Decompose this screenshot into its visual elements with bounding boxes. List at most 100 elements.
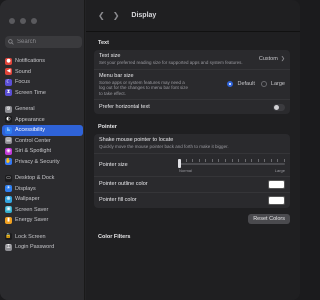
appearance-icon: ◐ — [5, 116, 12, 124]
radio-large[interactable] — [260, 81, 267, 88]
sidebar-item-label: Wallpaper — [15, 196, 40, 203]
page-title: Display — [131, 12, 157, 19]
sidebar-item-label: General — [15, 106, 35, 113]
bell-icon: ● — [5, 57, 12, 65]
pointer-size-row: Pointer size Normal Large — [94, 154, 290, 177]
window-controls — [9, 18, 37, 24]
text-size-row[interactable]: Text size Set your preferred reading siz… — [94, 50, 290, 70]
battery-icon: ▮ — [5, 216, 12, 224]
text-size-value: Custom — [258, 56, 278, 63]
prefer-horizontal-text-toggle[interactable] — [273, 103, 285, 111]
pointer-fill-color-label: Pointer fill color — [99, 197, 137, 203]
sidebar-item-label: Appearance — [15, 116, 45, 123]
sidebar-item-desktop-dock[interactable]: ▭ Desktop & Dock — [2, 173, 83, 184]
pointer-group: Shake mouse pointer to locate Quickly mo… — [94, 134, 290, 208]
settings-window: ●Notifications◀Sound☾Focus⧗Screen Time⚙G… — [0, 0, 300, 300]
speaker-icon: ◀ — [5, 68, 12, 76]
settings-content: Text Text size Set your preferred readin… — [94, 36, 290, 244]
slider-thumb[interactable] — [178, 158, 181, 168]
menu-bar-size-label: Menu bar size — [99, 72, 134, 79]
slider-min-label: Normal — [179, 167, 192, 173]
shake-pointer-row: Shake mouse pointer to locate Quickly mo… — [94, 134, 290, 154]
prefer-horizontal-text-row: Prefer horizontal text — [94, 100, 290, 114]
sidebar-item-label: Login Password — [15, 244, 55, 251]
sidebar-item-notifications[interactable]: ● Notifications — [2, 56, 83, 67]
sidebar-item-label: Desktop & Dock — [15, 175, 55, 182]
sidebar-item-label: Focus — [15, 79, 30, 86]
search-field[interactable] — [5, 36, 82, 48]
sidebar-item-lock-screen[interactable]: 🔒 Lock Screen — [2, 232, 83, 243]
sidebar: ●Notifications◀Sound☾Focus⧗Screen Time⚙G… — [0, 0, 85, 300]
sidebar-item-screen-time[interactable]: ⧗ Screen Time — [2, 88, 83, 99]
radio-large-label: Large — [270, 81, 285, 88]
menu-bar-size-row: Menu bar size Some apps or system featur… — [94, 70, 290, 100]
sidebar-item-label: Screen Time — [15, 89, 46, 96]
accessibility-icon: ♿ — [5, 126, 12, 134]
sidebar-item-label: Notifications — [15, 58, 45, 65]
pointer-size-label: Pointer size — [99, 161, 128, 168]
back-button[interactable]: ❮ — [98, 11, 105, 20]
sidebar-item-label: Lock Screen — [15, 233, 46, 240]
slider-track — [179, 162, 285, 165]
sidebar-item-label: Siri & Spotlight — [15, 148, 52, 155]
sidebar-item-sound[interactable]: ◀ Sound — [2, 67, 83, 78]
sidebar-item-label: Privacy & Security — [15, 158, 60, 165]
sidebar-item-screen-saver[interactable]: ▣ Screen Saver — [2, 205, 83, 216]
pointer-fill-color-well[interactable] — [268, 195, 285, 205]
control-center-icon: ▤ — [5, 137, 12, 145]
section-header-color-filters: Color Filters — [98, 233, 131, 240]
sidebar-item-label: Control Center — [15, 137, 51, 144]
hourglass-icon: ⧗ — [5, 89, 12, 97]
forward-button[interactable]: ❯ — [113, 11, 120, 20]
close-window-button[interactable] — [9, 18, 15, 24]
slider-ticks — [179, 158, 285, 162]
sidebar-item-wallpaper[interactable]: ❋ Wallpaper — [2, 194, 83, 205]
minimize-window-button[interactable] — [20, 18, 26, 24]
sidebar-item-label: Energy Saver — [15, 217, 49, 224]
pointer-size-slider[interactable]: Normal Large — [178, 158, 285, 173]
pointer-outline-color-row: Pointer outline color — [94, 177, 290, 193]
pointer-fill-color-row: Pointer fill color — [94, 193, 290, 208]
menu-bar-size-description: Some apps or system features may need a … — [99, 79, 189, 96]
text-group: Text size Set your preferred reading siz… — [94, 50, 290, 114]
section-header-text: Text — [98, 40, 109, 46]
sidebar-item-label: Accessibility — [15, 127, 45, 134]
shake-pointer-label: Shake mouse pointer to locate — [99, 137, 174, 143]
key-icon: ⚿ — [5, 243, 12, 251]
main-pane: ❮ ❯ Display Text Text size Set your pref… — [86, 0, 300, 300]
search-icon — [8, 39, 14, 45]
sidebar-item-energy-saver[interactable]: ▮ Energy Saver — [2, 215, 83, 226]
zoom-window-button[interactable] — [31, 18, 37, 24]
siri-icon: ◉ — [5, 147, 12, 155]
sidebar-item-focus[interactable]: ☾ Focus — [2, 77, 83, 88]
dock-icon: ▭ — [5, 174, 12, 182]
sidebar-item-appearance[interactable]: ◐ Appearance — [2, 115, 83, 126]
text-size-description: Set your preferred reading size for supp… — [99, 60, 243, 65]
pointer-outline-color-well[interactable] — [268, 179, 285, 189]
shake-pointer-description: Quickly move the mouse pointer back and … — [99, 144, 229, 149]
sidebar-item-login-password[interactable]: ⚿ Login Password — [2, 242, 83, 253]
slider-max-label: Large — [274, 167, 285, 173]
lock-icon: 🔒 — [5, 233, 12, 241]
hand-icon: ✋ — [5, 158, 12, 166]
titlebar: ❮ ❯ Display — [86, 0, 300, 32]
pointer-outline-color-label: Pointer outline color — [99, 181, 148, 187]
sidebar-item-accessibility[interactable]: ♿ Accessibility — [2, 125, 83, 136]
gear-icon: ⚙ — [5, 105, 12, 113]
screen-saver-icon: ▣ — [5, 206, 12, 214]
sidebar-item-siri-spotlight[interactable]: ◉ Siri & Spotlight — [2, 146, 83, 157]
sidebar-item-general[interactable]: ⚙ General — [2, 104, 83, 115]
radio-default-label: Default — [237, 81, 255, 88]
display-icon: ☀ — [5, 185, 12, 193]
search-input[interactable] — [17, 39, 77, 45]
text-size-label: Text size — [99, 53, 121, 59]
sidebar-item-privacy-security[interactable]: ✋ Privacy & Security — [2, 157, 83, 168]
reset-colors-button[interactable]: Reset Colors — [248, 213, 290, 224]
sidebar-item-label: Displays — [15, 185, 36, 192]
wallpaper-icon: ❋ — [5, 195, 12, 203]
sidebar-item-control-center[interactable]: ▤ Control Center — [2, 136, 83, 147]
sidebar-item-displays[interactable]: ☀ Displays — [2, 184, 83, 195]
radio-default[interactable] — [227, 81, 234, 88]
moon-icon: ☾ — [5, 78, 12, 86]
section-header-pointer: Pointer — [98, 124, 117, 130]
